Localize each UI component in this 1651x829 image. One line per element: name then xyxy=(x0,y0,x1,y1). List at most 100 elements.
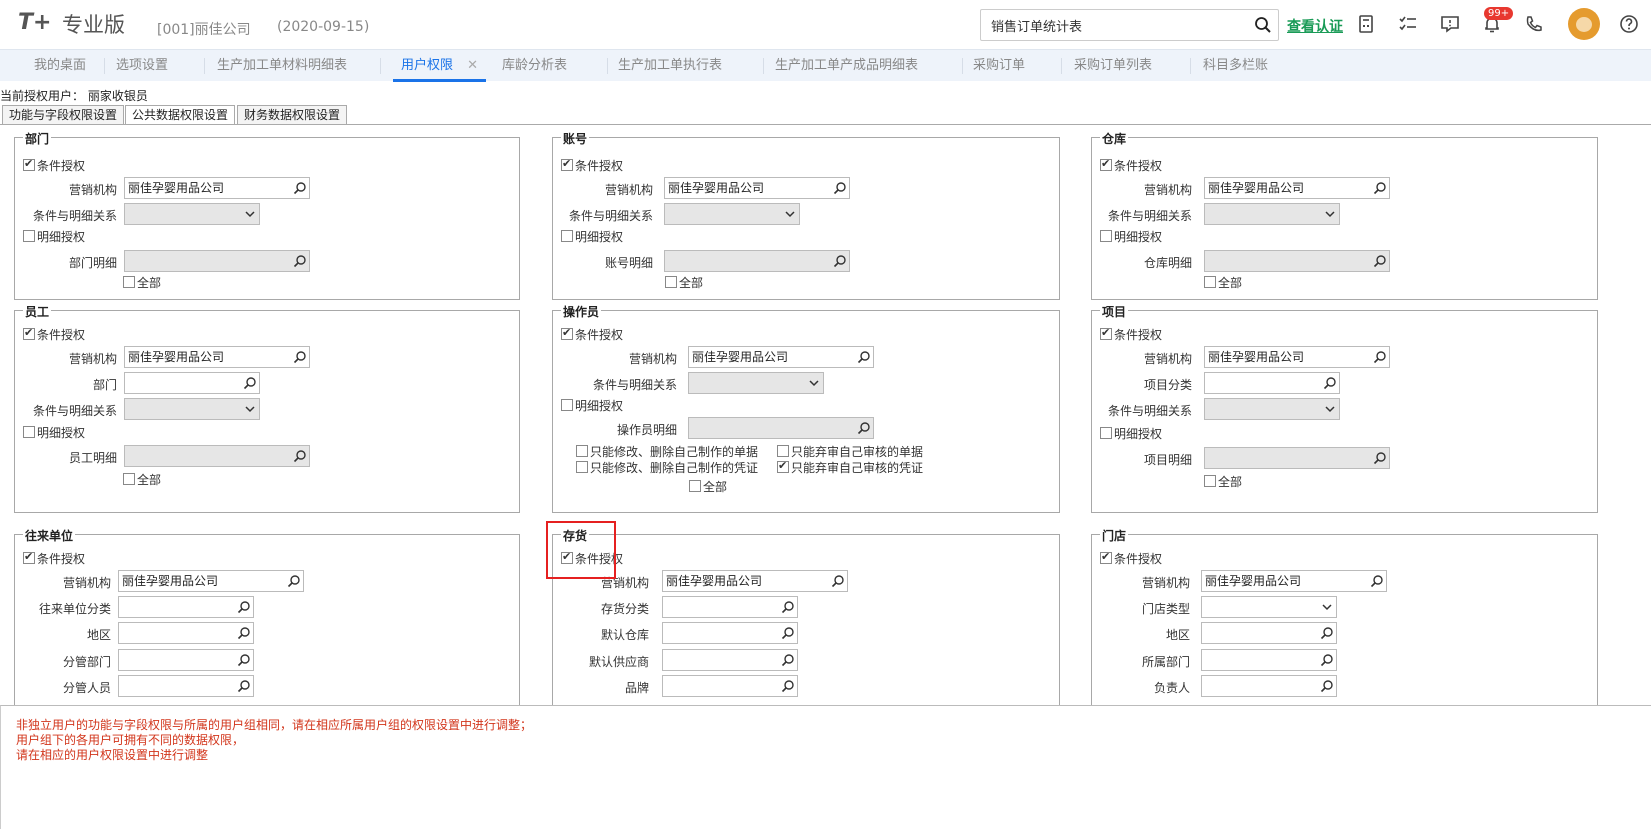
lookup-icon[interactable] xyxy=(1318,676,1336,696)
tab-options[interactable]: 选项设置 xyxy=(116,50,168,82)
calculator-icon[interactable] xyxy=(1356,14,1376,34)
cond-auth-checkbox[interactable]: 条件授权 xyxy=(23,154,85,176)
lookup-icon[interactable] xyxy=(831,178,849,198)
brand-field[interactable] xyxy=(662,675,798,697)
cond-auth-checkbox[interactable]: 条件授权 xyxy=(23,547,85,569)
detail-auth-checkbox[interactable]: 明细授权 xyxy=(1100,422,1162,444)
lookup-icon[interactable] xyxy=(1368,571,1386,591)
all-checkbox[interactable]: 全部 xyxy=(1204,470,1242,492)
lookup-icon[interactable] xyxy=(291,446,309,466)
all-checkbox[interactable]: 全部 xyxy=(123,271,161,293)
lookup-icon[interactable] xyxy=(779,597,797,617)
detail-auth-checkbox[interactable]: 明细授权 xyxy=(561,225,623,247)
relation-select[interactable] xyxy=(1204,203,1340,225)
lookup-icon[interactable] xyxy=(779,650,797,670)
checkbox-unchecked[interactable] xyxy=(576,461,588,473)
lookup-icon[interactable] xyxy=(855,347,873,367)
org-field[interactable]: 丽佳孕婴用品公司 xyxy=(662,570,848,592)
owning-dept-field[interactable] xyxy=(1201,649,1337,671)
relation-select[interactable] xyxy=(1204,398,1340,420)
user-avatar[interactable] xyxy=(1568,8,1600,40)
checkbox-checked[interactable] xyxy=(561,326,573,340)
lookup-icon[interactable] xyxy=(1321,373,1339,393)
help-icon[interactable] xyxy=(1619,14,1639,34)
lookup-icon[interactable] xyxy=(831,251,849,271)
checkbox-checked[interactable] xyxy=(777,459,789,473)
tab-production-exec[interactable]: 生产加工单执行表 xyxy=(618,50,722,82)
task-list-icon[interactable] xyxy=(1398,14,1418,34)
org-field[interactable]: 丽佳孕婴用品公司 xyxy=(124,346,310,368)
phone-icon[interactable] xyxy=(1524,14,1544,34)
category-field[interactable] xyxy=(1204,372,1340,394)
org-field[interactable]: 丽佳孕婴用品公司 xyxy=(124,177,310,199)
tab-purchase-order-list[interactable]: 采购订单列表 xyxy=(1074,50,1152,82)
org-field[interactable]: 丽佳孕婴用品公司 xyxy=(1204,346,1390,368)
tab-material-detail[interactable]: 生产加工单材料明细表 xyxy=(217,50,347,82)
checkbox-unchecked[interactable] xyxy=(689,480,701,492)
lookup-icon[interactable] xyxy=(1371,448,1389,468)
detail-auth-checkbox[interactable]: 明细授权 xyxy=(23,421,85,443)
lookup-icon[interactable] xyxy=(291,251,309,271)
checkbox-unchecked[interactable] xyxy=(123,276,135,288)
detail-field[interactable] xyxy=(688,417,874,439)
org-field[interactable]: 丽佳孕婴用品公司 xyxy=(664,177,850,199)
lookup-icon[interactable] xyxy=(1371,178,1389,198)
detail-auth-checkbox[interactable]: 明细授权 xyxy=(23,225,85,247)
checkbox-unchecked[interactable] xyxy=(123,473,135,485)
checkbox-unchecked[interactable] xyxy=(23,426,35,438)
lookup-icon[interactable] xyxy=(235,623,253,643)
inventory-category-field[interactable] xyxy=(662,596,798,618)
checkbox-unchecked[interactable] xyxy=(1100,427,1112,439)
tab-purchase-order[interactable]: 采购订单 xyxy=(973,50,1025,82)
checkbox-checked[interactable] xyxy=(23,326,35,340)
cond-auth-checkbox[interactable]: 条件授权 xyxy=(561,323,623,345)
tab-stock-age[interactable]: 库龄分析表 xyxy=(502,50,567,82)
partner-category-field[interactable] xyxy=(118,596,254,618)
checkbox-unchecked[interactable] xyxy=(665,276,677,288)
default-supplier-field[interactable] xyxy=(662,649,798,671)
lookup-icon[interactable] xyxy=(1371,251,1389,271)
detail-field[interactable] xyxy=(124,250,310,272)
cond-auth-checkbox[interactable]: 条件授权 xyxy=(1100,154,1162,176)
checkbox-checked[interactable] xyxy=(1100,326,1112,340)
checkbox-unchecked[interactable] xyxy=(561,399,573,411)
lookup-icon[interactable] xyxy=(1371,347,1389,367)
all-checkbox[interactable]: 全部 xyxy=(689,475,727,497)
tab-product-detail[interactable]: 生产加工单产成品明细表 xyxy=(775,50,918,82)
dept-field[interactable] xyxy=(124,372,260,394)
lookup-icon[interactable] xyxy=(291,347,309,367)
lookup-icon[interactable] xyxy=(235,650,253,670)
cond-auth-checkbox[interactable]: 条件授权 xyxy=(1100,323,1162,345)
checkbox-checked[interactable] xyxy=(561,157,573,171)
lookup-icon[interactable] xyxy=(285,571,303,591)
cond-auth-checkbox[interactable]: 条件授权 xyxy=(561,154,623,176)
lookup-icon[interactable] xyxy=(829,571,847,591)
detail-field[interactable] xyxy=(1204,447,1390,469)
managing-person-field[interactable] xyxy=(118,675,254,697)
global-search[interactable] xyxy=(980,9,1279,41)
lookup-icon[interactable] xyxy=(779,676,797,696)
all-checkbox[interactable]: 全部 xyxy=(665,271,703,293)
region-field[interactable] xyxy=(1201,622,1337,644)
lookup-icon[interactable] xyxy=(291,178,309,198)
tab-account-ledger[interactable]: 科目多栏账 xyxy=(1203,50,1268,82)
relation-select[interactable] xyxy=(688,372,824,394)
managing-dept-field[interactable] xyxy=(118,649,254,671)
checkbox-unchecked[interactable] xyxy=(1204,475,1216,487)
lookup-icon[interactable] xyxy=(235,676,253,696)
checkbox-checked[interactable] xyxy=(23,550,35,564)
feedback-icon[interactable] xyxy=(1440,14,1460,34)
all-checkbox[interactable]: 全部 xyxy=(123,468,161,490)
search-icon[interactable] xyxy=(1254,16,1272,34)
org-field[interactable]: 丽佳孕婴用品公司 xyxy=(688,346,874,368)
checkbox-checked[interactable] xyxy=(23,157,35,171)
detail-auth-checkbox[interactable]: 明细授权 xyxy=(561,394,623,416)
subtab-function-field[interactable]: 功能与字段权限设置 xyxy=(2,105,125,125)
detail-field[interactable] xyxy=(1204,250,1390,272)
checkbox-checked[interactable] xyxy=(1100,550,1112,564)
checkbox-unchecked[interactable] xyxy=(23,230,35,242)
detail-field[interactable] xyxy=(664,250,850,272)
org-field[interactable]: 丽佳孕婴用品公司 xyxy=(1204,177,1390,199)
lookup-icon[interactable] xyxy=(1318,623,1336,643)
checkbox-unchecked[interactable] xyxy=(1100,230,1112,242)
